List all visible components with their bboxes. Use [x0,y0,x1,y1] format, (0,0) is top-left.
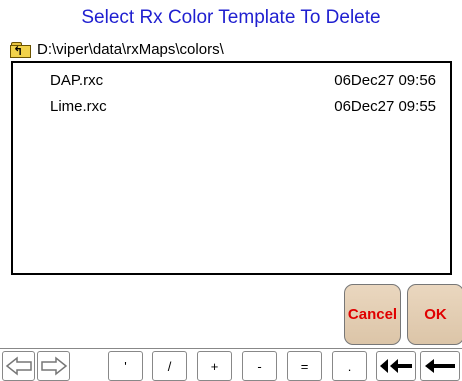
file-date: 06Dec27 09:55 [334,98,436,115]
folder-up-icon[interactable]: ↰ [10,41,31,58]
file-name: Lime.rxc [50,98,107,115]
key-minus[interactable]: - [242,351,277,381]
path-row: ↰ D:\viper\data\rxMaps\colors\ [10,39,224,59]
dialog-title: Select Rx Color Template To Delete [81,7,381,28]
key-slash[interactable]: / [152,351,187,381]
double-backspace-icon[interactable] [376,351,416,381]
file-list[interactable]: DAP.rxc 06Dec27 09:56 Lime.rxc 06Dec27 0… [11,61,452,275]
key-period[interactable]: . [332,351,367,381]
key-apostrophe[interactable]: ' [108,351,143,381]
file-date: 06Dec27 09:56 [334,72,436,89]
keyboard-bar: ' / + - = . [0,348,462,381]
file-row[interactable]: Lime.rxc 06Dec27 09:55 [13,95,450,117]
file-row[interactable]: DAP.rxc 06Dec27 09:56 [13,69,450,91]
cancel-button[interactable]: Cancel [344,284,401,345]
backspace-icon[interactable] [420,351,460,381]
arrow-right-outline-icon[interactable] [37,351,70,381]
key-plus[interactable]: + [197,351,232,381]
arrow-left-outline-icon[interactable] [2,351,35,381]
ok-button[interactable]: OK [407,284,462,345]
current-path: D:\viper\data\rxMaps\colors\ [37,40,224,58]
key-equals[interactable]: = [287,351,322,381]
file-name: DAP.rxc [50,72,104,89]
